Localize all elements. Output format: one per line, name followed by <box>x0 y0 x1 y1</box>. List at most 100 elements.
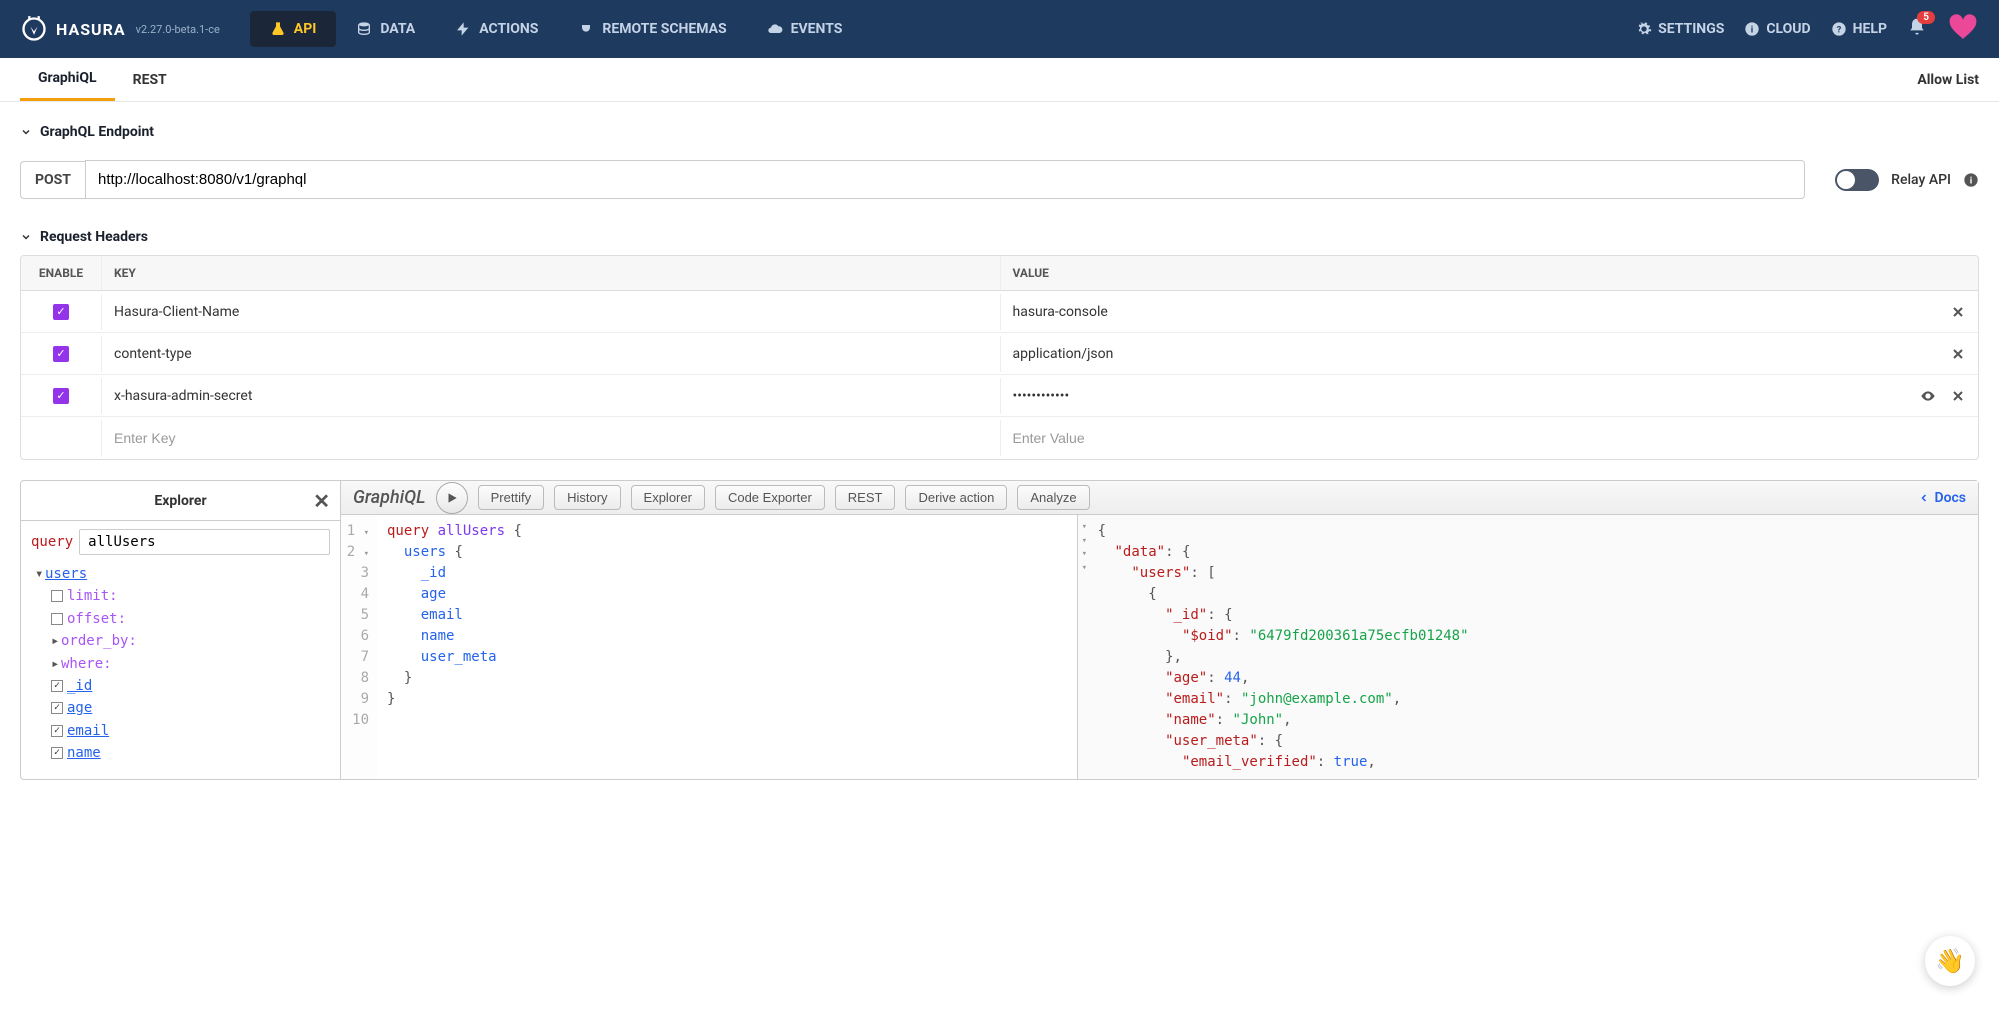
chevron-down-icon <box>20 231 32 243</box>
notification-badge: 5 <box>1917 11 1935 24</box>
tree-arg-where[interactable]: where: <box>61 656 112 672</box>
header-key[interactable]: x-hasura-admin-secret <box>101 378 1000 414</box>
graphiql-container: Explorer ✕ query ▾users limit: offset: ▸… <box>20 480 1979 780</box>
header-value[interactable]: application/json <box>1000 336 1899 372</box>
tree-field-email[interactable]: email <box>67 723 109 739</box>
heart-icon <box>1947 11 1979 43</box>
subnav-rest[interactable]: REST <box>115 60 185 100</box>
nav-tab-data[interactable]: DATA <box>336 3 435 55</box>
query-name-input[interactable] <box>79 529 330 555</box>
explorer-body: query ▾users limit: offset: ▸order_by: ▸… <box>21 521 340 773</box>
database-icon <box>356 21 372 37</box>
gear-icon <box>1636 21 1652 37</box>
enable-checkbox[interactable]: ✓ <box>53 388 69 404</box>
header-key[interactable]: Hasura-Client-Name <box>101 294 1000 330</box>
help-icon: ? <box>1831 21 1847 37</box>
query-code[interactable]: query allUsers { users { _id age email n… <box>377 515 532 779</box>
plug-icon <box>578 21 594 37</box>
svg-text:?: ? <box>1836 24 1841 35</box>
love-button[interactable] <box>1947 11 1979 47</box>
table-row: ✓ content-type application/json <box>21 333 1978 375</box>
nav-tabs: API DATA ACTIONS REMOTE SCHEMAS EVENTS <box>250 3 863 55</box>
arg-checkbox[interactable] <box>51 590 63 602</box>
code-exporter-button[interactable]: Code Exporter <box>715 485 825 510</box>
info-icon[interactable]: i <box>1963 172 1979 188</box>
enable-checkbox[interactable]: ✓ <box>53 346 69 362</box>
enable-checkbox[interactable]: ✓ <box>53 304 69 320</box>
nav-tab-events[interactable]: EVENTS <box>747 3 863 55</box>
caret-icon[interactable]: ▸ <box>51 630 61 652</box>
subnav-graphiql[interactable]: GraphiQL <box>20 58 115 101</box>
field-checkbox[interactable] <box>51 680 63 692</box>
new-key-input[interactable] <box>114 430 988 446</box>
tree-arg-limit[interactable]: limit: <box>67 588 118 604</box>
header-value[interactable]: •••••••••••• <box>1000 378 1899 414</box>
nav-settings[interactable]: SETTINGS <box>1636 21 1724 37</box>
http-method: POST <box>20 161 85 199</box>
tree-field-age[interactable]: age <box>67 700 92 716</box>
nav-item-label: HELP <box>1853 21 1887 37</box>
close-icon[interactable] <box>1950 388 1966 404</box>
section-graphql-endpoint[interactable]: GraphQL Endpoint <box>20 114 1979 150</box>
section-title: Request Headers <box>40 229 148 245</box>
field-checkbox[interactable] <box>51 702 63 714</box>
field-checkbox[interactable] <box>51 725 63 737</box>
nav-tab-label: ACTIONS <box>479 21 538 37</box>
query-editor[interactable]: 1 ▾2 ▾345678910 query allUsers { users {… <box>341 515 1078 779</box>
header-key[interactable]: content-type <box>101 336 1000 372</box>
field-checkbox[interactable] <box>51 747 63 759</box>
bolt-icon <box>455 21 471 37</box>
explorer-header: Explorer ✕ <box>21 481 340 521</box>
tree-arg-offset[interactable]: offset: <box>67 611 126 627</box>
docs-label: Docs <box>1934 490 1966 506</box>
explorer-close-button[interactable]: ✕ <box>313 489 330 513</box>
endpoint-url-input[interactable] <box>85 160 1805 199</box>
flask-icon <box>270 21 286 37</box>
nav-help[interactable]: ? HELP <box>1831 21 1887 37</box>
caret-icon[interactable]: ▾ <box>35 563 45 585</box>
history-button[interactable]: History <box>554 485 620 510</box>
endpoint-row: POST Relay API i <box>20 160 1979 199</box>
graphiql-title: GraphiQL <box>353 487 426 508</box>
query-keyword: query <box>31 534 73 550</box>
col-key-header: KEY <box>101 256 1000 290</box>
tree-field-name[interactable]: name <box>67 745 101 761</box>
info-icon: i <box>1744 21 1760 37</box>
top-nav: HASURA v2.27.0-beta.1-ce API DATA ACTION… <box>0 0 1999 58</box>
nav-tab-actions[interactable]: ACTIONS <box>435 3 558 55</box>
graphiql-panes: 1 ▾2 ▾345678910 query allUsers { users {… <box>341 515 1978 779</box>
close-icon[interactable] <box>1950 346 1966 362</box>
section-request-headers[interactable]: Request Headers <box>20 219 1979 255</box>
chevron-down-icon <box>20 126 32 138</box>
execute-button[interactable] <box>436 482 468 514</box>
relay-toggle[interactable] <box>1835 169 1879 191</box>
nav-tab-label: EVENTS <box>791 21 843 37</box>
nav-tab-label: API <box>294 21 317 37</box>
wave-help-button[interactable]: 👋 <box>1925 936 1975 986</box>
result-pane[interactable]: ▾▾▾▾{ "data": { "users": [ { "_id": { "$… <box>1078 515 1978 779</box>
nav-item-label: SETTINGS <box>1658 21 1724 37</box>
docs-button[interactable]: Docs <box>1918 490 1966 506</box>
tree-field-id[interactable]: _id <box>67 678 92 694</box>
new-value-input[interactable] <box>1013 430 1887 446</box>
rest-button[interactable]: REST <box>835 485 896 510</box>
eye-icon[interactable] <box>1920 388 1936 404</box>
prettify-button[interactable]: Prettify <box>478 485 544 510</box>
analyze-button[interactable]: Analyze <box>1017 485 1089 510</box>
explorer-button[interactable]: Explorer <box>631 485 705 510</box>
allow-list-link[interactable]: Allow List <box>1917 72 1979 88</box>
nav-tab-remote-schemas[interactable]: REMOTE SCHEMAS <box>558 3 746 55</box>
nav-cloud[interactable]: i CLOUD <box>1744 21 1810 37</box>
derive-action-button[interactable]: Derive action <box>905 485 1007 510</box>
nav-right: SETTINGS i CLOUD ? HELP 5 <box>1636 11 1979 47</box>
relay-label: Relay API <box>1891 172 1951 188</box>
notifications-bell[interactable]: 5 <box>1907 17 1927 41</box>
close-icon[interactable] <box>1950 304 1966 320</box>
tree-root-users[interactable]: users <box>45 566 87 582</box>
caret-icon[interactable]: ▸ <box>51 653 61 675</box>
logo[interactable]: HASURA <box>20 15 126 43</box>
nav-tab-api[interactable]: API <box>250 11 337 47</box>
arg-checkbox[interactable] <box>51 613 63 625</box>
header-value[interactable]: hasura-console <box>1000 294 1899 330</box>
tree-arg-orderby[interactable]: order_by: <box>61 633 137 649</box>
